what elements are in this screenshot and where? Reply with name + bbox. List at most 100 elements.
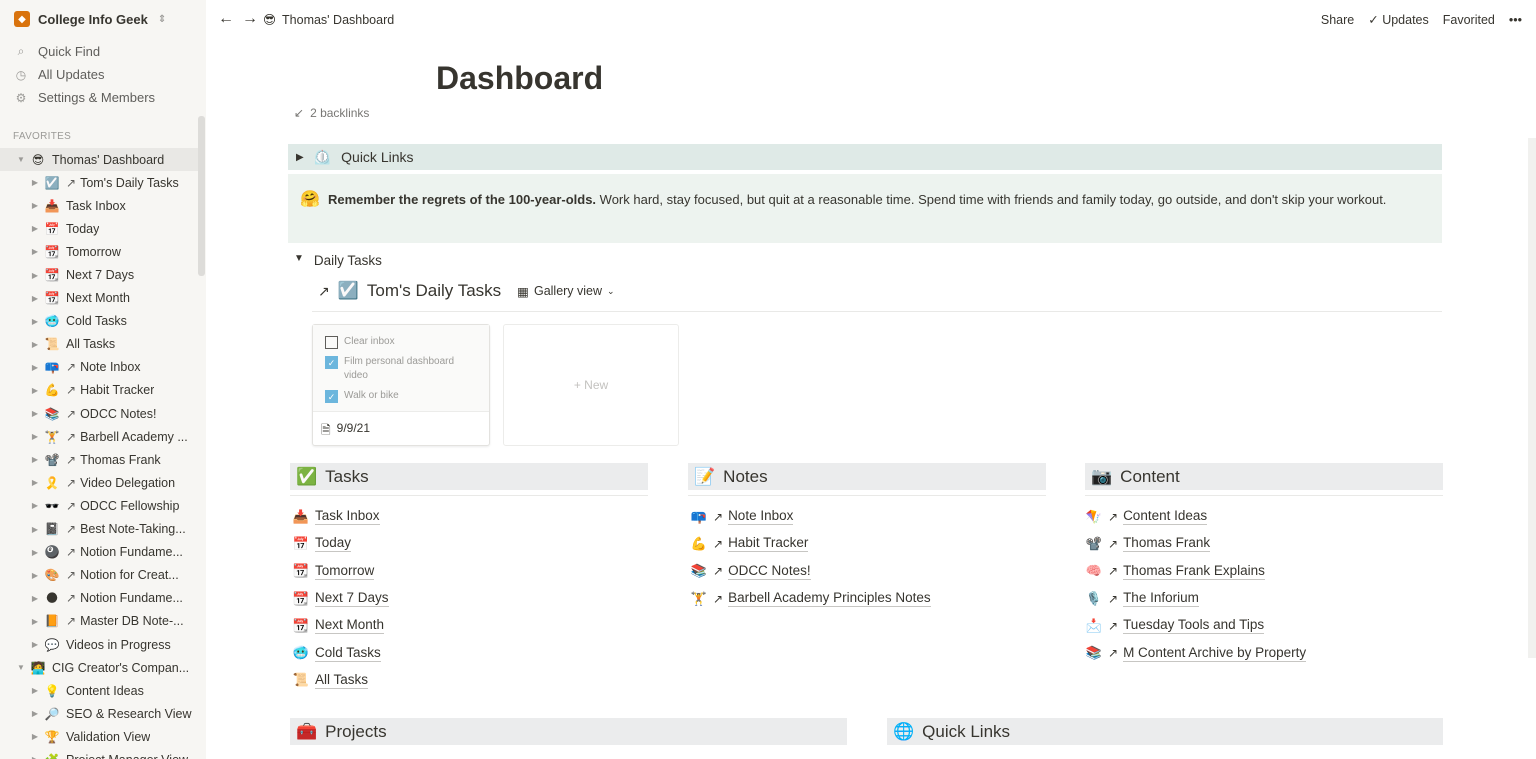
sidebar-item[interactable]: ▶ 🎱 ↗ Notion Fundame... bbox=[0, 541, 198, 564]
sidebar-item[interactable]: ▶ 💬 Videos in Progress bbox=[0, 633, 198, 656]
page-emoji-icon: 💡 bbox=[44, 683, 60, 698]
toggle-right-icon[interactable]: ▶ bbox=[30, 709, 40, 718]
page-link[interactable]: 📆 Tomorrow bbox=[292, 558, 389, 585]
updates-button[interactable]: ✓ Updates bbox=[1368, 12, 1429, 27]
page-link[interactable]: 📥 Task Inbox bbox=[292, 503, 389, 530]
workspace-switcher[interactable]: ◆ College Info Geek ⇕ bbox=[14, 11, 166, 27]
sidebar-item-label: Notion Fundame... bbox=[80, 545, 183, 560]
toggle-right-icon[interactable]: ▶ bbox=[30, 432, 40, 441]
toggle-right-icon[interactable]: ▶ bbox=[30, 271, 40, 280]
toggle-right-icon[interactable]: ▶ bbox=[30, 640, 40, 649]
checkbox-checked[interactable]: ✓ bbox=[325, 390, 338, 403]
toggle-right-icon[interactable]: ▶ bbox=[30, 178, 40, 187]
toggle-down-icon[interactable]: ▼ bbox=[16, 155, 26, 164]
sidebar-item[interactable]: ▶ 🧩 Project Manager View bbox=[0, 748, 198, 759]
sidebar-item-label: Thomas' Dashboard bbox=[52, 152, 165, 167]
toggle-right-icon[interactable]: ▶ bbox=[30, 617, 40, 626]
checkbox-unchecked[interactable] bbox=[325, 336, 338, 349]
toggle-right-icon[interactable]: ▶ bbox=[30, 363, 40, 372]
page-link[interactable]: 🏋️ ↗ Barbell Academy Principles Notes bbox=[690, 585, 931, 612]
breadcrumb[interactable]: 😎 Thomas' Dashboard bbox=[263, 12, 394, 28]
sidebar-item[interactable]: ▶ 🕶️ ↗ ODCC Fellowship bbox=[0, 494, 198, 517]
back-arrow-icon[interactable]: ← bbox=[218, 10, 234, 28]
toggle-right-icon[interactable]: ▶ bbox=[30, 755, 40, 759]
page-link[interactable]: 📩 ↗ Tuesday Tools and Tips bbox=[1085, 612, 1306, 639]
sidebar-item[interactable]: ▼ 😎 Thomas' Dashboard bbox=[0, 148, 198, 172]
sidebar-item[interactable]: ▶ 💪 ↗ Habit Tracker bbox=[0, 379, 198, 402]
toggle-right-icon[interactable]: ▶ bbox=[30, 224, 40, 233]
sidebar-item[interactable]: ▶ 🎨 ↗ Notion for Creat... bbox=[0, 564, 198, 587]
page-link[interactable]: 💪 ↗ Habit Tracker bbox=[690, 530, 931, 557]
sidebar-item[interactable]: ▶ 💡 Content Ideas bbox=[0, 679, 198, 702]
toggle-right-icon[interactable]: ▶ bbox=[30, 571, 40, 580]
toggle-right-icon[interactable]: ▶ bbox=[30, 548, 40, 557]
toggle-right-icon[interactable]: ▶ bbox=[30, 409, 40, 418]
toggle-right-icon[interactable]: ▶ bbox=[30, 317, 40, 326]
link-label: Next Month bbox=[315, 617, 385, 635]
main-scrollbar[interactable] bbox=[1528, 138, 1536, 658]
quick-links-toggle[interactable]: ▶ ⏲️ Quick Links bbox=[288, 144, 1442, 170]
page-link[interactable]: 📅 Today bbox=[292, 530, 389, 557]
sidebar-item[interactable]: ▶ 🔎 SEO & Research View bbox=[0, 702, 198, 725]
page-link[interactable]: 📆 Next 7 Days bbox=[292, 585, 389, 612]
toggle-right-icon[interactable]: ▶ bbox=[30, 247, 40, 256]
sidebar-item[interactable]: ▶ 🌑 ↗ Notion Fundame... bbox=[0, 587, 198, 610]
share-button[interactable]: Share bbox=[1321, 13, 1354, 27]
sidebar-item[interactable]: ▶ 📅 Today bbox=[0, 217, 198, 240]
toggle-right-icon[interactable]: ▶ bbox=[30, 340, 40, 349]
divider bbox=[312, 311, 1442, 312]
sidebar-item[interactable]: ▶ 📆 Next 7 Days bbox=[0, 263, 198, 286]
gallery-card[interactable]: Clear inbox ✓ Film personal dashboard vi… bbox=[312, 324, 490, 446]
sidebar-item[interactable]: ▶ ☑️ ↗ Tom's Daily Tasks bbox=[0, 171, 198, 194]
page-link[interactable]: 🪁 ↗ Content Ideas bbox=[1085, 503, 1306, 530]
sidebar-item[interactable]: ▶ 📓 ↗ Best Note-Taking... bbox=[0, 518, 198, 541]
sidebar-item[interactable]: ▶ 📚 ↗ ODCC Notes! bbox=[0, 402, 198, 425]
daily-tasks-toggle[interactable]: ▼ Daily Tasks bbox=[294, 253, 382, 268]
toggle-right-icon[interactable]: ▶ bbox=[30, 201, 40, 210]
sidebar-item[interactable]: ▼ 🧑‍💻 CIG Creator's Compan... bbox=[0, 656, 198, 679]
page-link[interactable]: 🧠 ↗ Thomas Frank Explains bbox=[1085, 558, 1306, 585]
page-link[interactable]: 📜 All Tasks bbox=[292, 667, 389, 694]
page-link[interactable]: 🥶 Cold Tasks bbox=[292, 639, 389, 666]
sidebar-item[interactable]: ▶ 🥶 Cold Tasks bbox=[0, 310, 198, 333]
sidebar-item[interactable]: ▶ 📆 Tomorrow bbox=[0, 240, 198, 263]
sidebar-scrollbar[interactable] bbox=[198, 116, 205, 276]
settings-button[interactable]: ⚙ Settings & Members bbox=[14, 86, 155, 109]
page-link[interactable]: 📪 ↗ Note Inbox bbox=[690, 503, 931, 530]
backlinks-button[interactable]: ↙ 2 backlinks bbox=[294, 106, 369, 120]
quick-find-button[interactable]: ⌕ Quick Find bbox=[14, 40, 155, 63]
toggle-right-icon[interactable]: ▶ bbox=[30, 732, 40, 741]
new-card-button[interactable]: + New bbox=[503, 324, 679, 446]
sidebar-item[interactable]: ▶ 📜 All Tasks bbox=[0, 333, 198, 356]
toggle-down-icon[interactable]: ▼ bbox=[16, 663, 26, 672]
page-link[interactable]: 📽️ ↗ Thomas Frank bbox=[1085, 530, 1306, 557]
sidebar-item[interactable]: ▶ 🏋️ ↗ Barbell Academy ... bbox=[0, 425, 198, 448]
page-link[interactable]: 📆 Next Month bbox=[292, 612, 389, 639]
toggle-right-icon[interactable]: ▶ bbox=[30, 686, 40, 695]
toggle-right-icon[interactable]: ▶ bbox=[30, 501, 40, 510]
view-switcher[interactable]: ▦ Gallery view ⌄ bbox=[517, 284, 614, 299]
page-link[interactable]: 🎙️ ↗ The Inforium bbox=[1085, 585, 1306, 612]
sidebar-item[interactable]: ▶ 📪 ↗ Note Inbox bbox=[0, 356, 198, 379]
favorited-button[interactable]: Favorited bbox=[1443, 13, 1495, 27]
page-icon: 🗎 bbox=[321, 423, 331, 437]
more-options-icon[interactable]: ••• bbox=[1509, 13, 1522, 27]
all-updates-button[interactable]: ◷ All Updates bbox=[14, 63, 155, 86]
page-link[interactable]: 📚 ↗ ODCC Notes! bbox=[690, 558, 931, 585]
toggle-right-icon[interactable]: ▶ bbox=[30, 525, 40, 534]
toggle-right-icon[interactable]: ▶ bbox=[30, 594, 40, 603]
sidebar-item[interactable]: ▶ 🏆 Validation View bbox=[0, 725, 198, 748]
forward-arrow-icon[interactable]: → bbox=[242, 10, 258, 28]
toggle-right-icon[interactable]: ▶ bbox=[30, 455, 40, 464]
database-title[interactable]: Tom's Daily Tasks bbox=[367, 281, 501, 301]
sidebar-item[interactable]: ▶ 📥 Task Inbox bbox=[0, 194, 198, 217]
sidebar-item[interactable]: ▶ 🎗️ ↗ Video Delegation bbox=[0, 471, 198, 494]
sidebar-item[interactable]: ▶ 📆 Next Month bbox=[0, 287, 198, 310]
page-link[interactable]: 📚 ↗ M Content Archive by Property bbox=[1085, 639, 1307, 666]
sidebar-item[interactable]: ▶ 📙 ↗ Master DB Note-... bbox=[0, 610, 198, 633]
toggle-right-icon[interactable]: ▶ bbox=[30, 386, 40, 395]
checkbox-checked[interactable]: ✓ bbox=[325, 356, 338, 369]
toggle-right-icon[interactable]: ▶ bbox=[30, 294, 40, 303]
sidebar-item[interactable]: ▶ 📽️ ↗ Thomas Frank bbox=[0, 448, 198, 471]
toggle-right-icon[interactable]: ▶ bbox=[30, 478, 40, 487]
